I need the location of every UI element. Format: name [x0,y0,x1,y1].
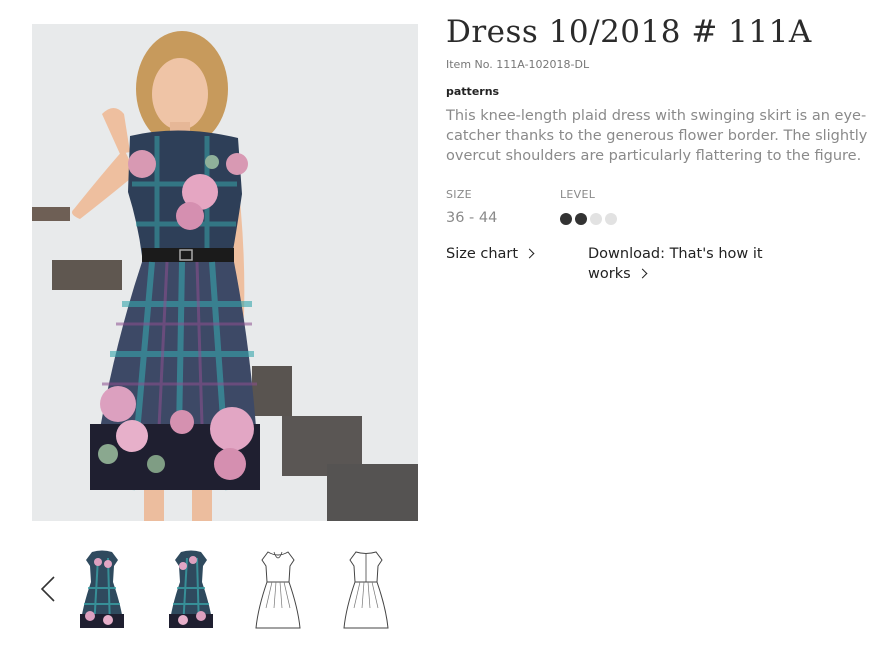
thumbnail-photo-front[interactable] [78,548,126,632]
size-value: 36 - 44 [446,210,498,226]
item-number: Item No. 111A-102018-DL [446,58,590,71]
level-dot-empty [590,213,602,225]
size-label: SIZE [446,188,472,201]
download-link-label: Download: That's how it works [588,246,763,282]
dress-photo-front-icon [80,550,124,629]
category-link[interactable]: patterns [446,85,499,98]
model-wearing-dress-illustration [32,24,418,521]
thumbnail-gallery [32,540,422,640]
thumbnail-drawing-back[interactable] [342,548,390,632]
dress-technical-drawing-front-icon [255,551,301,629]
chevron-right-icon [637,268,648,279]
chevron-right-icon [524,248,535,259]
thumbnail-photo-back[interactable] [167,548,215,632]
level-dot-filled [575,213,587,225]
product-title: Dress 10/2018 # 111A [446,14,812,50]
thumbnail-drawing-front[interactable] [254,548,302,632]
download-how-it-works-link[interactable]: Download: That's how it works [588,244,788,284]
dress-technical-drawing-back-icon [343,551,389,629]
level-label: LEVEL [560,188,596,201]
level-dot-filled [560,213,572,225]
level-dot-empty [605,213,617,225]
difficulty-level-indicator [560,213,617,225]
product-main-image[interactable] [32,24,418,521]
size-chart-link-label: Size chart [446,246,519,262]
product-description: This knee-length plaid dress with swingi… [446,108,868,164]
chevron-left-icon[interactable] [36,574,60,604]
dress-photo-back-icon [169,550,213,629]
size-chart-link[interactable]: Size chart [446,244,535,264]
